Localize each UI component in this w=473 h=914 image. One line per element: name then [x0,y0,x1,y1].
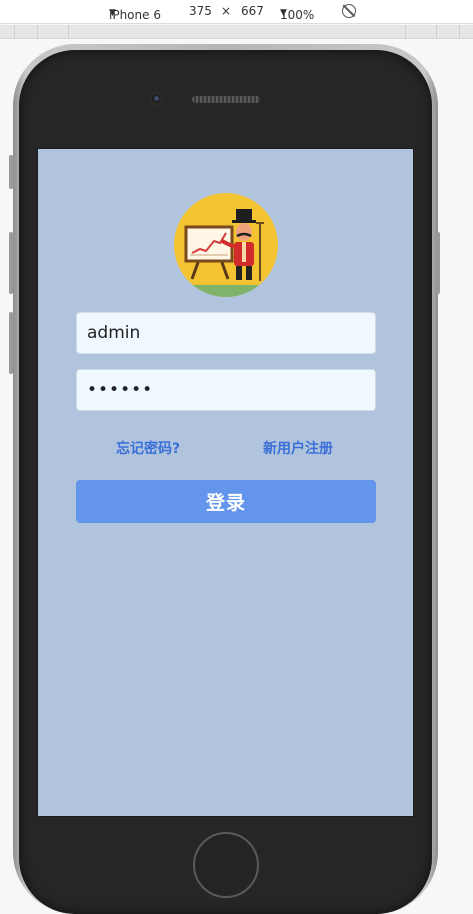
home-button[interactable] [193,832,259,898]
password-input[interactable] [76,369,376,411]
height-field[interactable]: 667 [241,4,264,18]
mute-switch [9,155,13,189]
username-input[interactable] [76,312,376,354]
power-button [436,232,440,294]
cartoon-avatar-image [174,209,278,297]
media-query-ruler [0,25,473,39]
device-name: iPhone 6 [109,8,161,22]
volume-up-button [9,232,13,294]
earpiece-speaker [192,96,260,103]
front-camera [150,92,163,105]
forgot-password-link[interactable]: 忘记密码? [116,438,180,458]
device-toolbar: iPhone 6 ▼ 375 × 667 100% ▼ [0,0,473,24]
rotate-icon[interactable] [342,4,356,18]
register-link[interactable]: 新用户注册 [263,438,333,458]
app-screen: 忘记密码? 新用户注册 登录 [37,148,414,817]
times-sign: × [221,4,232,18]
chevron-down-icon: ▼ [109,8,116,18]
volume-down-button [9,312,13,374]
avatar [174,193,278,297]
chevron-down-icon: ▼ [280,8,287,18]
login-button[interactable]: 登录 [76,480,376,523]
width-field[interactable]: 375 [189,4,212,18]
